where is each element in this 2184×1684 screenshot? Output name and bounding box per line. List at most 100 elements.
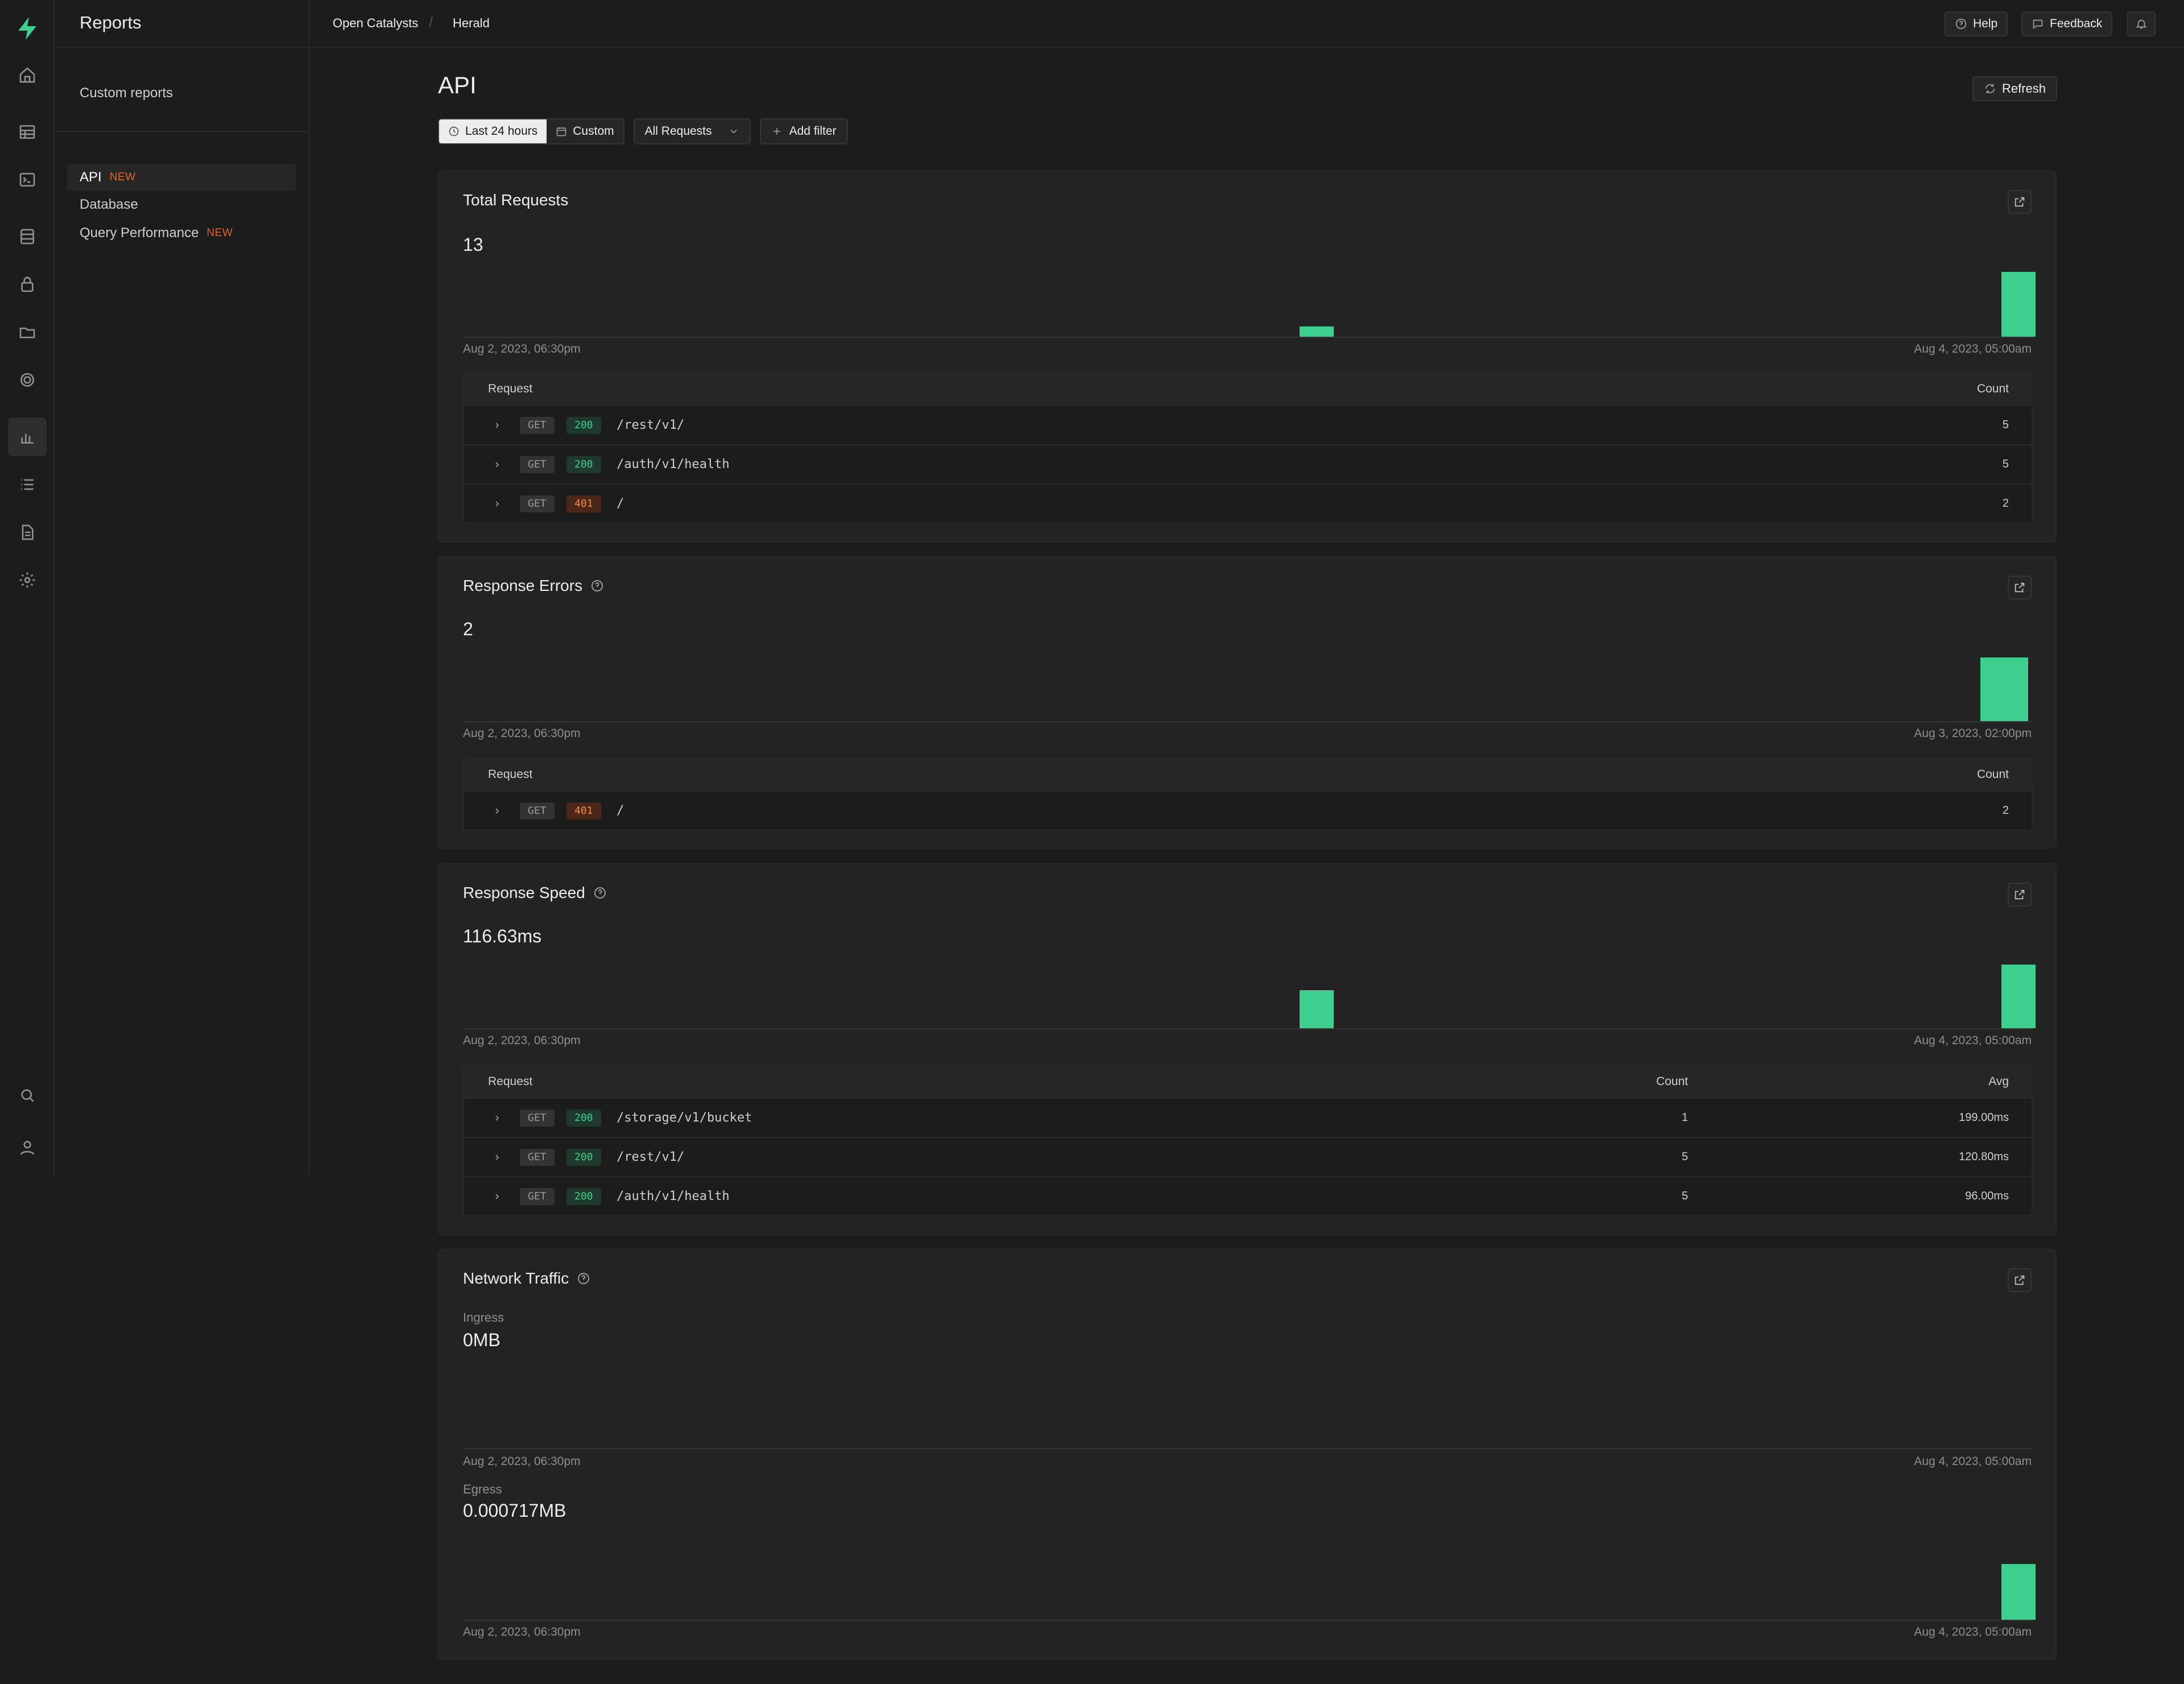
sidebar-item-query-performance[interactable]: Query Performance NEW (67, 220, 296, 247)
chevron-right-icon[interactable] (493, 1192, 502, 1201)
requests-select[interactable]: All Requests (633, 118, 751, 144)
response-speed-chart (463, 961, 2036, 1029)
notifications-button[interactable] (2127, 11, 2156, 36)
storage-icon[interactable] (14, 318, 41, 346)
response-errors-card: Response Errors 2 Aug 2, 2023, 06:30pm A… (438, 556, 2057, 849)
auth-icon[interactable] (14, 271, 41, 298)
table-row[interactable]: GET 200 /storage/v1/bucket 1 199.00ms (464, 1098, 2032, 1137)
breadcrumb-org[interactable]: Open Catalysts (333, 16, 418, 31)
refresh-button[interactable]: Refresh (1972, 76, 2058, 101)
clock-icon (449, 126, 459, 136)
feedback-button[interactable]: Feedback (2021, 11, 2113, 36)
sidebar-item-label: Database (80, 197, 138, 212)
axis-start-label: Aug 2, 2023, 06:30pm (463, 727, 581, 740)
request-count: 5 (1681, 1151, 1688, 1163)
database-icon[interactable] (14, 223, 41, 250)
sidebar-item-api[interactable]: API NEW (67, 164, 296, 191)
chevron-right-icon[interactable] (493, 806, 502, 816)
chevron-right-icon[interactable] (493, 421, 502, 430)
table-row[interactable]: GET 401 / 2 (464, 791, 2032, 830)
external-link-icon (2015, 582, 2025, 593)
method-badge: GET (520, 456, 555, 473)
table-row[interactable]: GET 200 /auth/v1/health 5 96.00ms (464, 1176, 2032, 1215)
custom-reports-link[interactable]: Custom reports (80, 85, 173, 101)
request-count: 2 (2002, 804, 2009, 817)
request-count: 5 (2002, 458, 2009, 470)
request-path: / (617, 804, 624, 818)
chart-bar[interactable] (1300, 326, 1334, 337)
add-filter-button[interactable]: Add filter (759, 118, 848, 144)
chart-bar[interactable] (1980, 657, 2029, 721)
ingress-value: 0MB (463, 1330, 500, 1350)
request-path: /storage/v1/bucket (617, 1111, 752, 1125)
external-link-icon (2015, 1275, 2025, 1285)
chart-baseline (463, 337, 2033, 338)
table-row[interactable]: GET 200 /auth/v1/health 5 (464, 444, 2032, 483)
chevron-down-icon (730, 129, 737, 134)
chevron-right-icon[interactable] (493, 1114, 502, 1123)
logs-icon[interactable] (14, 471, 41, 498)
open-external-button[interactable] (2008, 883, 2032, 907)
supabase-logo-icon[interactable] (14, 15, 41, 42)
table-editor-icon[interactable] (14, 118, 41, 146)
request-path: /auth/v1/health (617, 1189, 730, 1203)
open-external-button[interactable] (2008, 190, 2032, 214)
realtime-icon[interactable] (14, 366, 41, 394)
total-requests-chart (463, 268, 2036, 338)
breadcrumb-separator: / (429, 14, 433, 31)
chevron-right-icon[interactable] (493, 499, 502, 508)
chart-baseline (463, 721, 2033, 722)
message-icon (2033, 19, 2043, 30)
range-last-24-hours[interactable]: Last 24 hours (439, 119, 547, 143)
open-external-button[interactable] (2008, 576, 2032, 599)
table-row[interactable]: GET 200 /rest/v1/ 5 (464, 405, 2032, 444)
table-row[interactable]: GET 200 /rest/v1/ 5 120.80ms (464, 1137, 2032, 1176)
axis-start-label: Aug 2, 2023, 06:30pm (463, 342, 581, 355)
response-errors-value: 2 (463, 619, 473, 639)
axis-end-label: Aug 4, 2023, 05:00am (1914, 342, 2032, 355)
axis-end-label: Aug 4, 2023, 05:00am (1914, 1034, 2032, 1047)
network-traffic-card: Network Traffic Ingress 0MB Aug 2, 2023,… (438, 1249, 2057, 1660)
request-path: /rest/v1/ (617, 418, 685, 432)
api-docs-icon[interactable] (14, 519, 41, 546)
status-badge: 200 (566, 416, 601, 434)
axis-start-label: Aug 2, 2023, 06:30pm (463, 1455, 581, 1468)
settings-icon[interactable] (14, 566, 41, 594)
open-external-button[interactable] (2008, 1268, 2032, 1292)
chart-bar[interactable] (2001, 1564, 2036, 1620)
table-row[interactable]: GET 401 / 2 (464, 483, 2032, 523)
filter-bar: Last 24 hours Custom All Requests Add fi… (438, 118, 848, 144)
search-icon[interactable] (14, 1082, 41, 1109)
axis-start-label: Aug 2, 2023, 06:30pm (463, 1625, 581, 1639)
range-custom[interactable]: Custom (547, 119, 623, 143)
ingress-label: Ingress (463, 1310, 504, 1325)
sidebar-item-database[interactable]: Database (67, 191, 296, 218)
home-icon[interactable] (14, 61, 41, 89)
sql-editor-icon[interactable] (14, 166, 41, 193)
feedback-label: Feedback (2050, 17, 2103, 30)
help-icon[interactable] (590, 579, 604, 593)
help-button[interactable]: Help (1945, 11, 2008, 36)
request-path: /rest/v1/ (617, 1150, 685, 1164)
card-title: Total Requests (463, 191, 568, 209)
add-filter-label: Add filter (789, 125, 837, 138)
axis-end-label: Aug 3, 2023, 02:00pm (1914, 727, 2032, 740)
ingress-chart (463, 1379, 2033, 1449)
help-icon[interactable] (577, 1272, 590, 1285)
request-avg: 199.00ms (1959, 1111, 2009, 1124)
bell-icon (2136, 19, 2147, 29)
chart-bar[interactable] (2001, 965, 2036, 1028)
request-avg: 96.00ms (1965, 1190, 2009, 1202)
chart-baseline (463, 1028, 2033, 1029)
breadcrumb-project[interactable]: Herald (453, 16, 490, 31)
calendar-icon (556, 127, 566, 136)
time-range-toggle: Last 24 hours Custom (438, 118, 624, 144)
chart-bar[interactable] (1300, 990, 1334, 1028)
response-errors-table: Request Count GET 401 / 2 (463, 758, 2033, 831)
chevron-right-icon[interactable] (493, 1153, 502, 1162)
account-icon[interactable] (14, 1134, 41, 1161)
chart-bar[interactable] (2001, 272, 2036, 337)
chevron-right-icon[interactable] (493, 460, 502, 469)
help-icon[interactable] (593, 886, 607, 900)
reports-icon[interactable] (8, 417, 47, 456)
